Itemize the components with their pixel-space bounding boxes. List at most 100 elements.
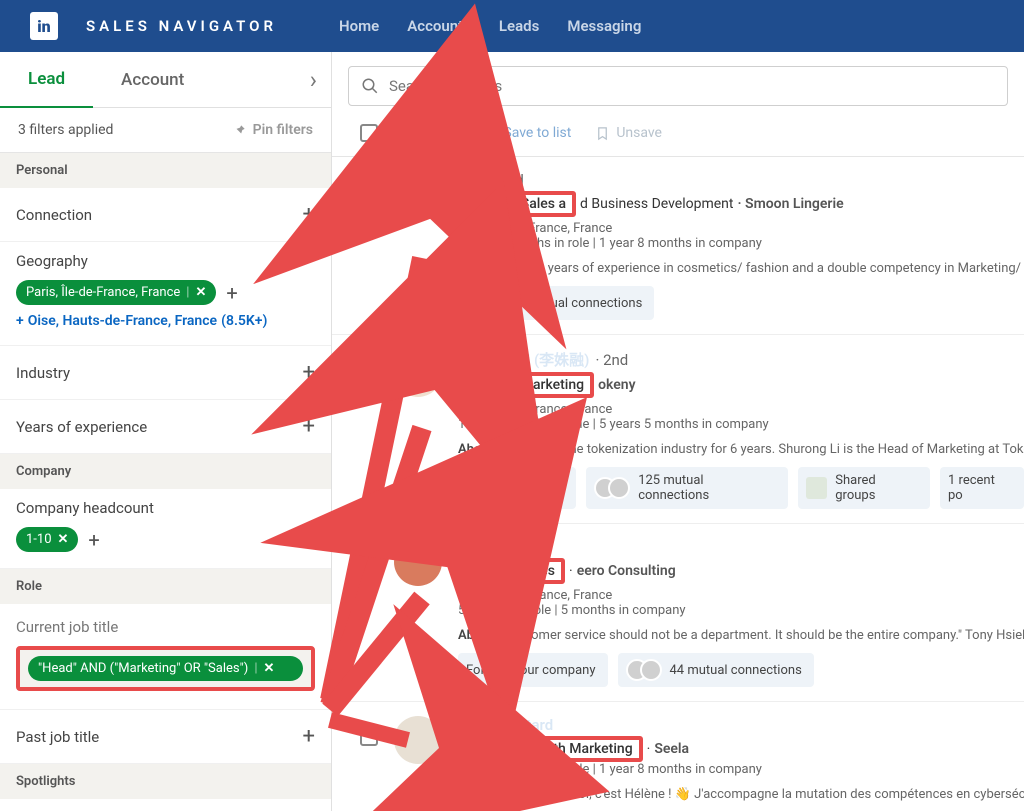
insight-chip[interactable]: 77 mutual connections	[458, 286, 654, 320]
lead-location: Paris, Île-de-France, France	[458, 588, 1024, 603]
plus-icon[interactable]: +	[303, 414, 315, 439]
filter-connection[interactable]: Connection +	[0, 188, 331, 242]
filter-years-experience[interactable]: Years of experience +	[0, 400, 331, 454]
nav-leads[interactable]: Leads	[499, 17, 539, 35]
save-to-list-label: Save to list	[503, 125, 571, 141]
lead-name[interactable]: Hélène Batard	[458, 716, 553, 734]
filter-headcount: Company headcount 1-10 ✕ +	[0, 489, 331, 569]
plus-icon[interactable]: +	[303, 724, 315, 749]
company-name[interactable]: Seela	[654, 741, 689, 757]
suggestion-count: (8.5K+)	[221, 313, 267, 329]
insight-chip[interactable]: 125 mutual connections	[586, 467, 787, 509]
sidebar-tabs: Lead Account ›	[0, 52, 331, 108]
pin-filters-label: Pin filters	[253, 122, 313, 138]
chip-label: Shared groups	[835, 473, 918, 503]
lead-name[interactable]: REZ	[458, 171, 485, 189]
avatar[interactable]	[394, 538, 442, 586]
filters-applied-count: 3 filters applied	[18, 122, 113, 138]
section-personal: Personal	[0, 153, 331, 188]
search-box[interactable]	[348, 66, 1008, 106]
connection-degree: · 2nd	[595, 351, 628, 369]
headcount-pill[interactable]: 1-10 ✕	[16, 527, 78, 552]
search-icon	[361, 77, 379, 95]
filter-years-label: Years of experience	[16, 418, 147, 436]
lead-name[interactable]: Shurong Li (李姝融)	[458, 349, 589, 370]
insight-chip[interactable]: Follows your company	[458, 653, 608, 687]
plus-icon[interactable]: +	[303, 360, 315, 385]
job-title: Head of Marketing	[468, 377, 584, 393]
result-checkbox[interactable]	[360, 550, 378, 568]
insight-chip[interactable]: 1 recent po	[940, 467, 1024, 509]
current-title-pill[interactable]: "Head" AND ("Marketing" OR "Sales") |✕	[28, 656, 303, 681]
top-nav: in SALES NAVIGATOR Home Accounts Leads M…	[0, 0, 1024, 52]
chevron-right-icon[interactable]: ›	[310, 66, 317, 94]
unsave-label: Unsave	[616, 125, 662, 141]
nav-messaging[interactable]: Messaging	[567, 17, 641, 35]
filter-connection-label: Connection	[16, 206, 92, 224]
lead-location: Paris, Île-de-France, France	[458, 402, 1024, 417]
filter-past-title[interactable]: Past job title +	[0, 710, 331, 764]
select-all-checkbox[interactable]	[360, 124, 378, 142]
chip-label: Follows your company	[466, 663, 596, 678]
tab-account[interactable]: Account	[93, 52, 212, 108]
select-all-label[interactable]: Select all	[402, 125, 458, 141]
pin-filters-button[interactable]: Pin filters	[233, 122, 313, 138]
tab-lead[interactable]: Lead	[0, 52, 93, 108]
result-checkbox[interactable]	[360, 728, 378, 746]
annotation-red-box: Head of Growth Marketing	[458, 736, 643, 762]
add-headcount-icon[interactable]: +	[88, 528, 99, 552]
filter-industry-label: Industry	[16, 364, 70, 382]
result-row: REZ · 2ndHead of Sales ad Business Devel…	[332, 157, 1024, 335]
insight-chip[interactable]: 44 mutual connections	[618, 653, 814, 687]
lead-tenure: 1 year 8 months in role | 5 years 5 mont…	[458, 417, 1024, 432]
lead-about: About:"Customer service should not be a …	[458, 628, 1024, 643]
lead-tenure: 1 year 8 months in role | 1 year 8 month…	[458, 762, 1024, 777]
filter-current-title-label: Current job title	[16, 618, 315, 636]
save-to-list-button[interactable]: Save to list	[482, 125, 571, 141]
result-checkbox[interactable]	[360, 361, 378, 379]
company-name[interactable]: okeny	[598, 377, 635, 393]
filter-industry[interactable]: Industry +	[0, 346, 331, 400]
remove-pill-icon[interactable]: ✕	[264, 661, 275, 676]
section-company: Company	[0, 454, 331, 489]
filters-sidebar: Lead Account › 3 filters applied Pin fil…	[0, 52, 332, 811]
lead-about: About:Enchantée, moi, c'est Hélène ! 👋 J…	[458, 787, 1024, 802]
bookmark-icon	[595, 126, 610, 141]
job-title-rest: ·	[647, 741, 651, 757]
avatar[interactable]	[394, 349, 442, 397]
lead-tenure: 5 months in role | 5 months in company	[458, 603, 1024, 618]
result-checkbox[interactable]	[360, 183, 378, 201]
plus-icon[interactable]: +	[303, 202, 315, 227]
unsave-button[interactable]: Unsave	[595, 125, 662, 141]
filter-headcount-label: Company headcount	[16, 499, 315, 517]
geography-suggestion[interactable]: + Oise, Hauts-de-France, France (8.5K+)	[16, 313, 315, 329]
lead-name[interactable]: Cécile Olea	[458, 538, 534, 556]
annotation-red-box: Head of Sales	[458, 558, 565, 584]
lead-tenure: 1 year 8 months in role | 1 year 8 month…	[458, 236, 1024, 251]
insight-chip[interactable]: ◆Recently hired	[458, 467, 576, 509]
nav-accounts[interactable]: Accounts	[407, 17, 471, 35]
company-name[interactable]: · Smoon Lingerie	[737, 196, 843, 212]
pin-icon	[233, 123, 247, 137]
avatar-icon	[480, 292, 502, 314]
nav-home[interactable]: Home	[339, 17, 379, 35]
section-spotlights: Spotlights	[0, 764, 331, 799]
list-icon	[482, 126, 497, 141]
job-title-rest: ·	[569, 563, 573, 579]
add-geography-icon[interactable]: +	[226, 281, 237, 305]
insight-chip[interactable]: Shared groups	[798, 467, 930, 509]
job-title: Head of Sales	[468, 563, 555, 579]
remove-pill-icon[interactable]: ✕	[58, 532, 69, 547]
result-row: Cécile Olea Head of Sales · eero Consulti…	[332, 524, 1024, 702]
chip-label: 1 recent po	[948, 473, 1012, 503]
avatar[interactable]	[394, 171, 442, 219]
filter-past-title-label: Past job title	[16, 728, 99, 746]
results-panel: Select all Save to list Unsave REZ · 2nd…	[332, 52, 1024, 811]
chip-label: 125 mutual connections	[638, 473, 775, 503]
remove-pill-icon[interactable]: ✕	[195, 285, 206, 300]
avatar[interactable]	[394, 716, 442, 764]
search-input[interactable]	[389, 77, 995, 95]
company-name[interactable]: eero Consulting	[577, 563, 676, 579]
geography-pill-paris[interactable]: Paris, Île-de-France, France |✕	[16, 280, 216, 305]
result-row: Shurong Li (李姝融) · 2ndHead of Marketing …	[332, 335, 1024, 524]
